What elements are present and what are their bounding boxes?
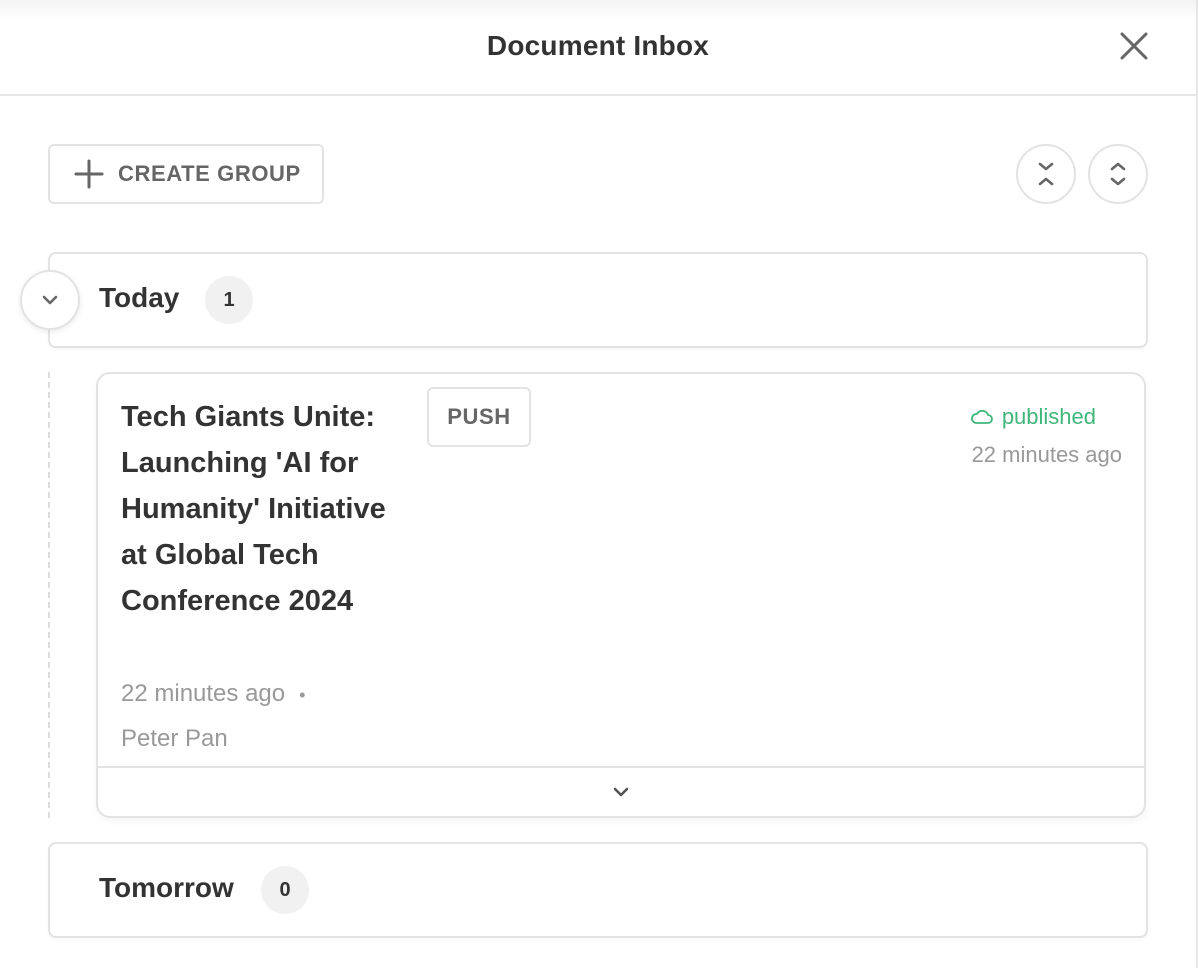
group-label: Tomorrow — [99, 872, 234, 903]
group-tomorrow[interactable]: Tomorrow 0 — [48, 842, 1148, 938]
push-badge: PUSH — [427, 387, 531, 447]
status-time: 22 minutes ago — [971, 442, 1122, 467]
group-tree-line — [48, 372, 50, 818]
chevron-down-icon — [42, 295, 58, 305]
create-group-button[interactable]: CREATE GROUP — [48, 144, 324, 204]
group-label: Today — [99, 282, 180, 313]
document-title[interactable]: Tech Giants Unite: Launching 'AI for Hum… — [121, 394, 411, 624]
chevron-down-icon — [613, 787, 629, 797]
expand-card-button[interactable] — [98, 766, 1144, 816]
plus-icon — [74, 159, 104, 189]
meta-separator: • — [299, 685, 306, 705]
collapse-all-icon — [1038, 162, 1054, 186]
expand-all-button[interactable] — [1088, 144, 1148, 204]
panel-header: Document Inbox — [0, 0, 1196, 96]
group-today[interactable]: Today 1 — [48, 252, 1148, 348]
status-indicator: published — [970, 404, 1096, 430]
document-card[interactable]: Tech Giants Unite: Launching 'AI for Hum… — [96, 372, 1146, 818]
expand-all-icon — [1110, 162, 1126, 186]
group-toggle-button[interactable] — [20, 270, 80, 330]
status-label: published — [1001, 404, 1096, 429]
close-button[interactable] — [1116, 28, 1152, 64]
group-count-badge: 1 — [205, 276, 253, 324]
close-icon — [1120, 32, 1148, 60]
panel-title: Document Inbox — [486, 30, 710, 61]
collapse-all-button[interactable] — [1016, 144, 1076, 204]
cloud-icon — [970, 409, 993, 424]
group-count-badge: 0 — [261, 866, 309, 914]
created-time: 22 minutes ago — [121, 680, 286, 707]
document-inbox-panel: Document Inbox CREATE GROUP Today 1 Tech… — [0, 0, 1198, 968]
create-group-label: CREATE GROUP — [118, 161, 301, 186]
author-name: Peter Pan — [121, 725, 228, 752]
document-meta: 22 minutes ago • Peter Pan — [121, 672, 305, 761]
